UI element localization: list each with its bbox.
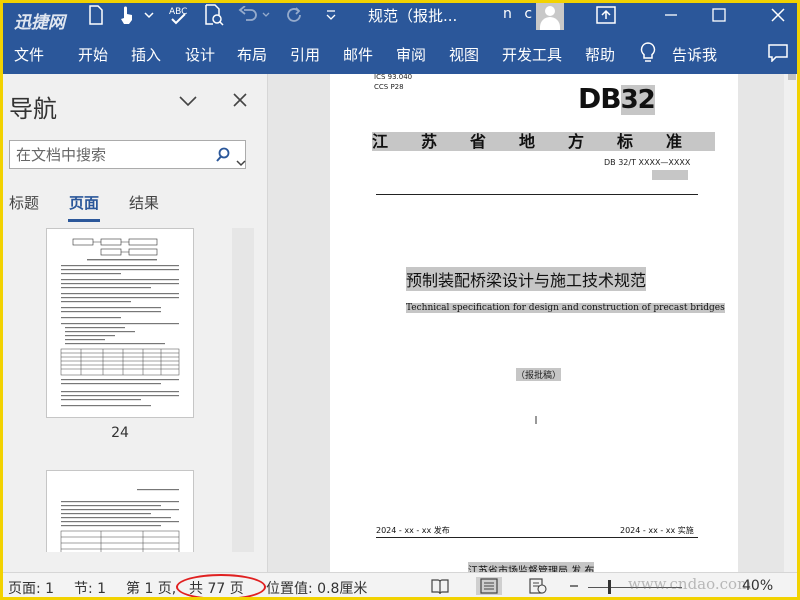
avatar[interactable]: [536, 2, 564, 30]
province-standard-header: 江苏省地方标准: [372, 132, 716, 151]
redo-icon[interactable]: [286, 4, 304, 26]
ics-code: ICS 93.040 CCS P28: [374, 74, 413, 91]
search-input[interactable]: [16, 144, 206, 165]
zoom-level[interactable]: 40%: [742, 578, 773, 594]
comments-icon[interactable]: [768, 44, 788, 63]
tab-references[interactable]: 引用: [290, 44, 320, 65]
lightbulb-icon[interactable]: [640, 42, 656, 64]
read-mode-icon[interactable]: [430, 577, 450, 595]
title-english: Technical specification for design and c…: [406, 303, 725, 313]
nav-pane-title: 导航: [9, 95, 57, 123]
tab-layout[interactable]: 布局: [237, 44, 267, 65]
page-thumbnails: 24: [0, 228, 267, 552]
undo-dropdown-icon[interactable]: [262, 4, 270, 26]
zoom-slider-thumb[interactable]: [608, 580, 611, 594]
tab-file[interactable]: 文件: [14, 44, 44, 65]
document-scrollbar[interactable]: [784, 74, 800, 572]
page-thumbnail[interactable]: [46, 470, 194, 552]
watermark-url: www.cndao.com: [628, 575, 752, 593]
document-canvas: ICS 93.040 CCS P28 DB32 江苏省地方标准 DB 32/T …: [268, 74, 800, 572]
status-bar: 页面: 1 节: 1 第 1 页, 共 77 页 位置值: 0.8厘米 www.…: [0, 572, 800, 600]
search-box[interactable]: [9, 140, 246, 169]
status-section[interactable]: 节: 1: [74, 578, 106, 598]
footer-rule: [376, 537, 698, 538]
tab-help[interactable]: 帮助: [585, 44, 615, 65]
tab-pages[interactable]: 页面: [69, 192, 99, 213]
tab-design[interactable]: 设计: [185, 44, 215, 65]
header-rule: [376, 194, 698, 195]
replaced-code-placeholder: [652, 170, 688, 180]
print-layout-icon[interactable]: [476, 577, 502, 595]
status-position[interactable]: 位置值: 0.8厘米: [266, 578, 367, 598]
implementation-date: 2024 - xx - xx 实施: [620, 526, 694, 535]
spelling-check-icon[interactable]: ABC: [168, 4, 190, 26]
user-name[interactable]: n c: [503, 6, 536, 22]
close-icon[interactable]: [232, 92, 248, 108]
watermark-logo: 迅捷网: [14, 13, 65, 33]
tab-headings[interactable]: 标题: [9, 192, 39, 213]
navigation-pane: 导航 标题 页面 结果: [0, 74, 268, 572]
tab-developer[interactable]: 开发工具: [502, 44, 562, 65]
annotation-circle: [176, 574, 266, 600]
issue-date: 2024 - xx - xx 发布: [376, 526, 450, 535]
title-bar: 迅捷网 ABC 规范（报批... n c: [0, 0, 800, 33]
standard-code: DB 32/T XXXX—XXXX: [604, 158, 691, 167]
zoom-out-button[interactable]: [568, 576, 580, 598]
issuing-authority: 江苏省市场监督管理局 发 布: [468, 562, 595, 572]
new-document-icon[interactable]: [88, 4, 104, 26]
print-preview-icon[interactable]: [204, 4, 224, 26]
maximize-icon[interactable]: [712, 4, 726, 26]
tell-me-search[interactable]: 告诉我: [672, 44, 717, 65]
text-cursor: [535, 416, 537, 424]
document-title: 规范（报批...: [368, 7, 458, 25]
close-window-icon[interactable]: [770, 4, 786, 26]
tab-insert[interactable]: 插入: [131, 44, 161, 65]
tab-mailings[interactable]: 邮件: [343, 44, 373, 65]
draft-label: （报批稿）: [516, 368, 562, 381]
ribbon-tab-bar: 文件 开始 插入 设计 布局 引用 邮件 审阅 视图 开发工具 帮助 告诉我: [0, 32, 800, 74]
status-page[interactable]: 页面: 1: [8, 578, 54, 598]
document-page[interactable]: ICS 93.040 CCS P28 DB32 江苏省地方标准 DB 32/T …: [330, 74, 738, 572]
tab-review[interactable]: 审阅: [396, 44, 426, 65]
search-options-dropdown-icon[interactable]: [236, 152, 246, 167]
minimize-icon[interactable]: [664, 4, 678, 26]
tab-results[interactable]: 结果: [129, 192, 159, 213]
customize-toolbar-icon[interactable]: [326, 4, 336, 26]
chevron-down-icon[interactable]: [179, 93, 197, 107]
tab-home[interactable]: 开始: [78, 44, 108, 65]
tab-view[interactable]: 视图: [449, 44, 479, 65]
undo-icon[interactable]: [238, 4, 258, 26]
thumbnail-page-number: 24: [111, 425, 129, 441]
touch-mode-dropdown-icon[interactable]: [144, 4, 154, 26]
web-layout-icon[interactable]: [528, 577, 548, 595]
db-standard-mark: DB32: [578, 82, 656, 115]
scrollbar-thumb[interactable]: [788, 74, 796, 80]
status-page-of[interactable]: 第 1 页,: [126, 578, 176, 598]
touch-mode-icon[interactable]: [118, 4, 136, 26]
ribbon-display-options-icon[interactable]: [596, 4, 616, 26]
active-tab-indicator: [68, 219, 100, 222]
thumbnail-scrollbar[interactable]: [232, 228, 254, 552]
page-thumbnail[interactable]: [46, 228, 194, 418]
search-icon[interactable]: [216, 147, 230, 163]
title-chinese: 预制装配桥梁设计与施工技术规范: [406, 267, 647, 291]
